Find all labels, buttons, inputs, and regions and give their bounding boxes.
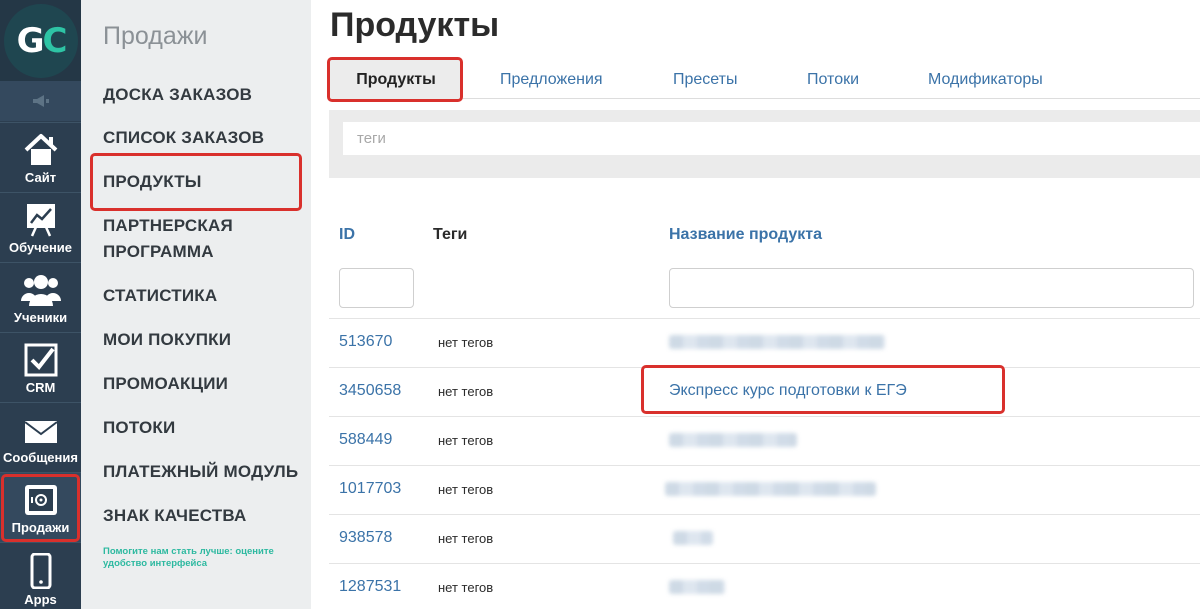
table-row[interactable]: 588449 нет тегов [329, 416, 1200, 465]
product-tags: нет тегов [438, 335, 494, 350]
chart-board-icon [26, 204, 55, 237]
rail-item-learning[interactable]: Обучение [0, 192, 81, 262]
menu-item-partner-program[interactable]: ПАРТНЕРСКАЯ ПРОГРАММА [103, 213, 253, 265]
column-header-name[interactable]: Название продукта [669, 226, 822, 244]
tab-offers[interactable]: Предложения [500, 60, 603, 99]
rail-label: Продажи [11, 520, 70, 535]
rail-label: CRM [25, 380, 56, 395]
phone-icon [30, 553, 51, 589]
page-title: Продукты [330, 6, 500, 44]
logo[interactable]: GC [0, 0, 81, 81]
sales-menu: Продажи ДОСКА ЗАКАЗОВ СПИСОК ЗАКАЗОВ ПРО… [81, 0, 311, 609]
feedback-link[interactable]: Помогите нам стать лучше: оцените удобст… [103, 546, 303, 570]
table-row[interactable]: 513670 нет тегов [329, 318, 1200, 367]
app-rail: GC Сайт Обучение Ученики CRM Сообщения П… [0, 0, 81, 609]
table-row[interactable]: 1017703 нет тегов [329, 465, 1200, 514]
tags-filter-input[interactable] [343, 122, 1200, 155]
envelope-icon [23, 421, 58, 443]
product-tags: нет тегов [438, 482, 494, 497]
table-row[interactable]: 3450658 нет тегов Экспресс курс подготов… [329, 367, 1200, 416]
announcements-button[interactable] [0, 81, 81, 121]
blurred-product-name[interactable] [669, 433, 797, 447]
rail-label: Сообщения [3, 450, 78, 465]
product-tags: нет тегов [438, 580, 494, 595]
rail-label: Сайт [24, 170, 57, 185]
product-id-link[interactable]: 938578 [339, 529, 392, 547]
main-content: Продукты Продукты Предложения Пресеты По… [311, 0, 1200, 609]
product-id-link[interactable]: 3450658 [339, 382, 401, 400]
menu-item-my-purchases[interactable]: МОИ ПОКУПКИ [103, 327, 303, 353]
menu-item-products[interactable]: ПРОДУКТЫ [103, 169, 303, 195]
checkbox-icon [24, 343, 57, 377]
menu-item-promotions[interactable]: ПРОМОАКЦИИ [103, 371, 303, 397]
rail-item-crm[interactable]: CRM [0, 332, 81, 402]
column-header-tags: Теги [433, 226, 468, 243]
users-icon [20, 275, 61, 306]
blurred-product-name[interactable] [673, 531, 713, 545]
blurred-product-name[interactable] [665, 482, 876, 496]
blurred-product-name[interactable] [669, 335, 885, 349]
product-name-link[interactable]: Экспресс курс подготовки к ЕГЭ [669, 382, 907, 400]
menu-item-quality-mark[interactable]: ЗНАК КАЧЕСТВА [103, 503, 303, 529]
rail-label: Apps [24, 592, 57, 607]
menu-item-statistics[interactable]: СТАТИСТИКА [103, 283, 303, 309]
product-id-link[interactable]: 1017703 [339, 480, 401, 498]
rail-item-sales[interactable]: Продажи [0, 472, 81, 542]
tab-products[interactable]: Продукты [329, 60, 463, 99]
megaphone-icon [32, 95, 49, 107]
name-filter-input[interactable] [669, 268, 1194, 308]
product-id-link[interactable]: 588449 [339, 431, 392, 449]
menu-item-orders-list[interactable]: СПИСОК ЗАКАЗОВ [103, 125, 303, 151]
rail-item-students[interactable]: Ученики [0, 262, 81, 332]
rail-label: Обучение [8, 240, 73, 255]
menu-item-payment-module[interactable]: ПЛАТЕЖНЫЙ МОДУЛЬ [103, 459, 303, 485]
tab-streams[interactable]: Потоки [807, 60, 859, 99]
blurred-product-name[interactable] [669, 580, 725, 594]
home-icon [24, 134, 57, 165]
product-id-link[interactable]: 513670 [339, 333, 392, 351]
safe-icon [24, 485, 57, 515]
rail-item-messages[interactable]: Сообщения [0, 402, 81, 472]
id-filter-input[interactable] [339, 268, 414, 308]
product-id-link[interactable]: 1287531 [339, 578, 401, 596]
menu-title: Продажи [103, 22, 208, 50]
product-tags: нет тегов [438, 384, 494, 399]
product-tags: нет тегов [438, 531, 494, 546]
tab-bar: Продукты Предложения Пресеты Потоки Моди… [329, 60, 1200, 99]
table-row[interactable]: 938578 нет тегов [329, 514, 1200, 563]
filter-panel [329, 110, 1200, 178]
menu-item-streams[interactable]: ПОТОКИ [103, 415, 303, 441]
tab-presets[interactable]: Пресеты [673, 60, 738, 99]
rail-label: Ученики [13, 310, 68, 325]
menu-item-orders-board[interactable]: ДОСКА ЗАКАЗОВ [103, 82, 303, 108]
rail-item-site[interactable]: Сайт [0, 122, 81, 192]
tab-modifiers[interactable]: Модификаторы [928, 60, 1043, 99]
logo-text: GC [16, 21, 68, 61]
product-tags: нет тегов [438, 433, 494, 448]
rail-item-apps[interactable]: Apps [0, 542, 81, 609]
table-row[interactable]: 1287531 нет тегов [329, 563, 1200, 609]
column-header-id[interactable]: ID [339, 226, 355, 244]
logo-badge: GC [4, 4, 78, 78]
